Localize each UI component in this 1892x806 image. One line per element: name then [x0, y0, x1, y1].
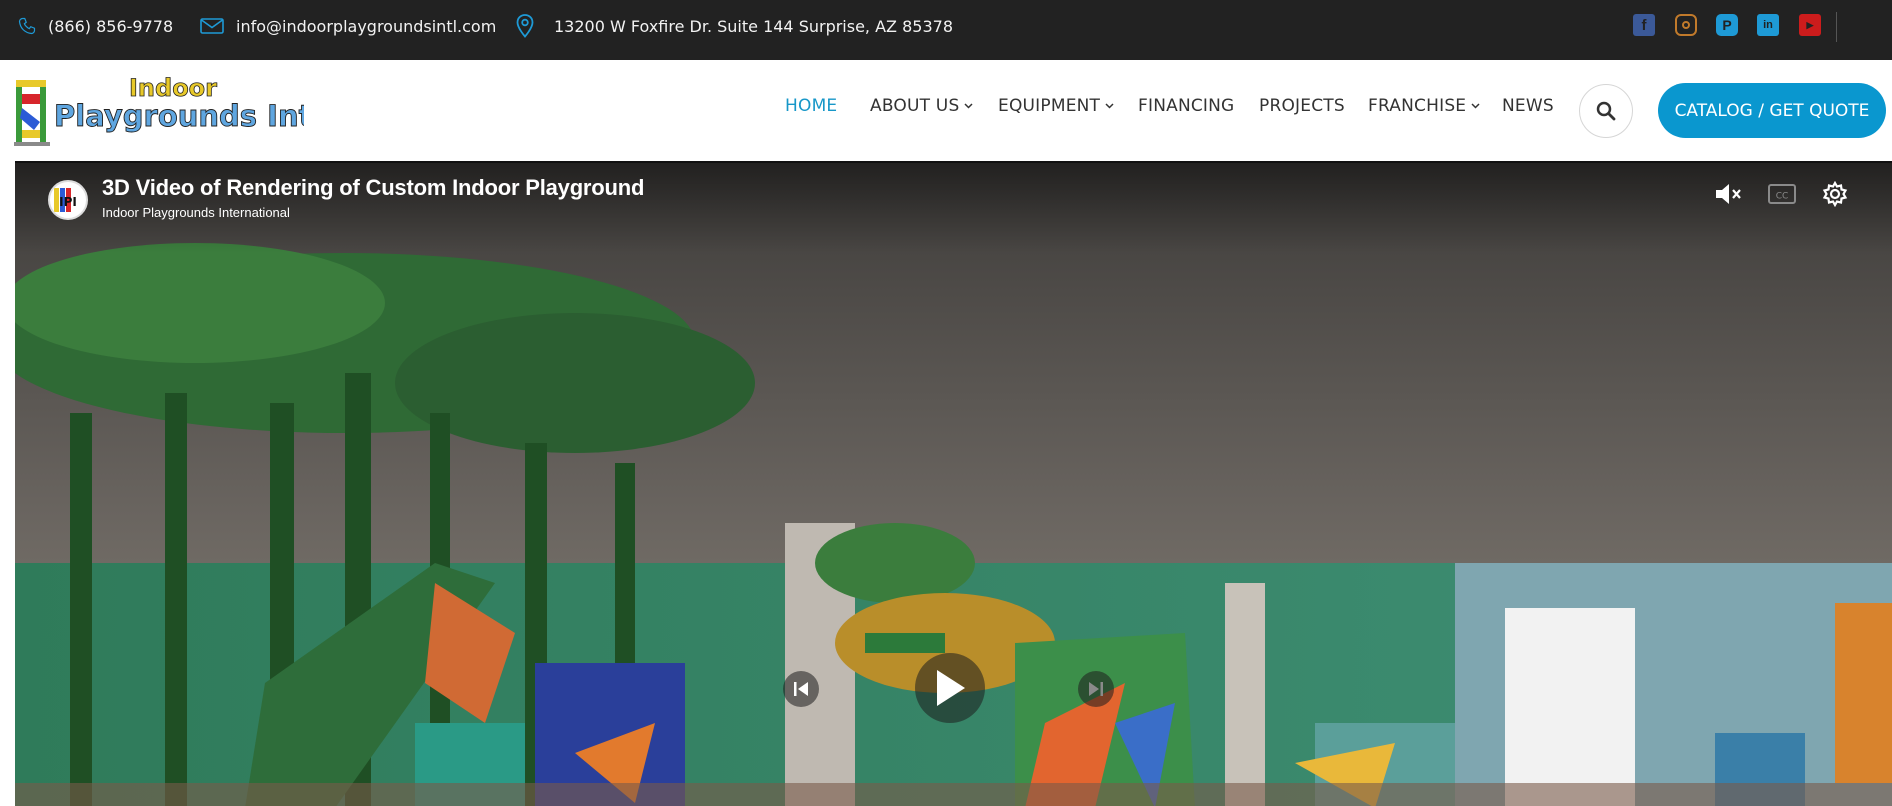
mute-button[interactable]	[1711, 179, 1745, 209]
address-contact: 13200 W Foxfire Dr. Suite 144 Surprise, …	[516, 0, 953, 52]
linkedin-icon[interactable]: in	[1757, 14, 1779, 36]
pinterest-icon[interactable]: P	[1716, 14, 1738, 36]
location-pin-icon	[516, 14, 534, 38]
site-header: Indoor Playgrounds Int'l HOME ABOUT US E…	[0, 60, 1892, 160]
search-icon	[1596, 101, 1616, 121]
youtube-icon[interactable]: ▶	[1799, 14, 1821, 36]
logo-graphic: Indoor Playgrounds Int'l	[14, 74, 332, 146]
email-address[interactable]: info@indoorplaygroundsintl.com	[236, 17, 496, 36]
play-icon	[937, 670, 965, 706]
nav-about-us[interactable]: ABOUT US	[870, 96, 973, 116]
svg-text:CC: CC	[1776, 192, 1789, 202]
logo-line2: Playgrounds Int'l	[54, 99, 304, 133]
nav-franchise[interactable]: FRANCHISE	[1368, 96, 1480, 116]
nav-financing[interactable]: FINANCING	[1138, 96, 1234, 116]
next-button[interactable]	[1078, 671, 1114, 707]
nav-news[interactable]: NEWS	[1502, 96, 1554, 116]
captions-button[interactable]: CC	[1765, 179, 1799, 209]
top-contact-bar: (866) 856-9778 info@indoorplaygroundsint…	[0, 0, 1892, 60]
instagram-icon[interactable]	[1675, 14, 1697, 36]
skip-previous-icon	[794, 682, 808, 696]
nav-equipment[interactable]: EQUIPMENT	[998, 96, 1114, 116]
street-address: 13200 W Foxfire Dr. Suite 144 Surprise, …	[554, 16, 953, 36]
nav-home[interactable]: HOME	[785, 96, 837, 116]
video-player[interactable]: IPI 3D Video of Rendering of Custom Indo…	[15, 161, 1892, 806]
closed-captions-icon: CC	[1768, 184, 1796, 204]
phone-contact[interactable]: (866) 856-9778	[18, 0, 173, 52]
phone-number[interactable]: (866) 856-9778	[48, 17, 173, 36]
facebook-icon[interactable]: f	[1633, 14, 1655, 36]
video-title[interactable]: 3D Video of Rendering of Custom Indoor P…	[102, 175, 644, 201]
channel-logo-icon: IPI	[54, 188, 77, 212]
catalog-quote-button[interactable]: CATALOG / GET QUOTE	[1658, 83, 1886, 138]
nav-projects[interactable]: PROJECTS	[1259, 96, 1345, 116]
volume-muted-icon	[1716, 184, 1741, 204]
topbar-divider	[1836, 12, 1837, 42]
logo-line1: Indoor	[129, 74, 217, 102]
site-logo[interactable]: Indoor Playgrounds Int'l	[14, 70, 332, 150]
settings-button[interactable]	[1818, 179, 1852, 209]
video-channel-name[interactable]: Indoor Playgrounds International	[102, 205, 290, 220]
phone-icon	[18, 17, 36, 35]
mail-icon	[200, 18, 224, 34]
chevron-down-icon	[1471, 103, 1480, 109]
email-contact[interactable]: info@indoorplaygroundsintl.com	[200, 0, 496, 52]
chevron-down-icon	[964, 103, 973, 109]
search-button[interactable]	[1579, 84, 1633, 138]
gear-icon	[1822, 181, 1848, 207]
skip-next-icon	[1089, 682, 1103, 696]
svg-text:IPI: IPI	[59, 195, 77, 209]
play-button[interactable]	[915, 653, 985, 723]
chevron-down-icon	[1105, 103, 1114, 109]
channel-avatar[interactable]: IPI	[48, 180, 88, 220]
previous-button[interactable]	[783, 671, 819, 707]
